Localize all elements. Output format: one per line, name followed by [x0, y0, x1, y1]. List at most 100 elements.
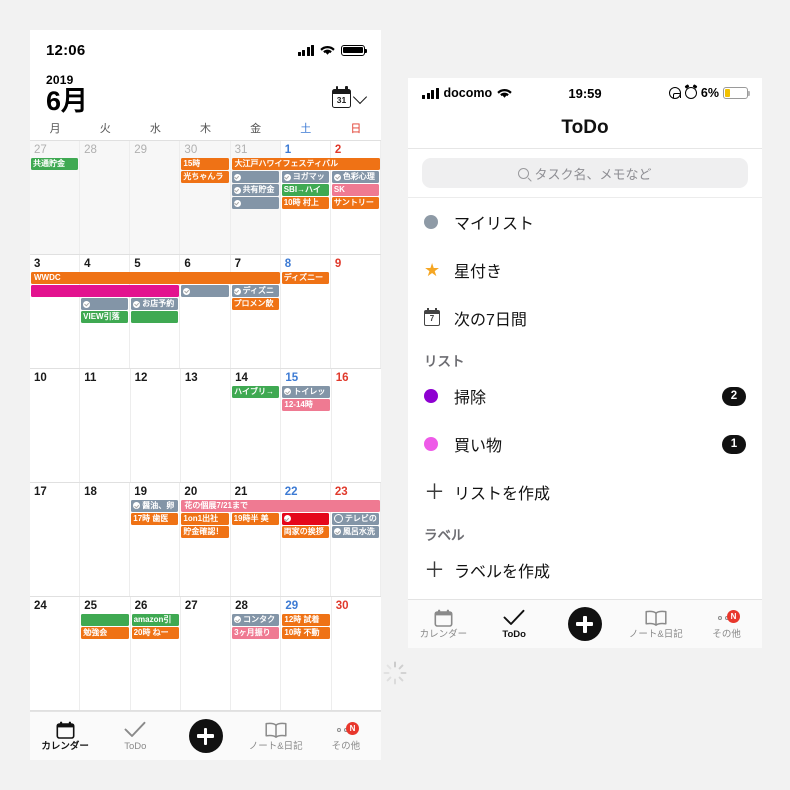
calendar-day-cell[interactable]: 12 [131, 369, 181, 483]
event-chip[interactable]: 勉強会 [81, 627, 129, 639]
page-title: ToDo [561, 117, 609, 138]
event-chip[interactable]: 10時 村上 [281, 197, 329, 209]
event-title: コンタク [243, 615, 276, 625]
calendar-day-cell[interactable]: 29 [130, 141, 181, 255]
tab-その他[interactable]: その他 N [691, 608, 762, 640]
event-chip[interactable]: 15時 [181, 158, 229, 170]
calendar-day-cell[interactable]: 27 [181, 597, 232, 711]
multi-day-event-bar[interactable]: WWDC [31, 272, 280, 284]
list-item[interactable]: 掃除 2 [408, 372, 762, 420]
event-chip[interactable]: コンタク [232, 614, 280, 626]
event-chip[interactable]: 20時 ねー [131, 627, 179, 639]
list-item[interactable]: ＋ ラベルを作成 [408, 546, 762, 594]
event-chip[interactable]: amazon引 [131, 614, 179, 626]
event-chip[interactable]: ヨガマッ [281, 171, 329, 183]
tab-ToDo[interactable]: ToDo [100, 720, 170, 752]
calendar-day-cell[interactable]: 24 [30, 597, 81, 711]
tab-カレンダー[interactable]: カレンダー [408, 608, 479, 640]
calendar-day-cell[interactable]: 28 コンタク 3ヶ月振り [231, 597, 282, 711]
event-chip[interactable]: ハイブリ→ [232, 386, 280, 398]
event-chip[interactable]: SBI→ハイ [281, 184, 329, 196]
day-number: 2 [334, 144, 342, 157]
event-chip[interactable] [181, 285, 229, 297]
add-button[interactable] [170, 719, 240, 753]
calendar-day-cell[interactable]: 13 [181, 369, 232, 483]
event-chip[interactable]: プロメン飲 [231, 298, 279, 310]
event-chip[interactable]: 色彩心理 [331, 171, 379, 183]
list-item[interactable]: 買い物 1 [408, 420, 762, 468]
multi-day-event-bar[interactable]: 大江戸ハワイフェスティバル [231, 158, 380, 170]
plus-icon[interactable] [567, 607, 602, 641]
event-chip[interactable] [281, 513, 329, 525]
event-chip[interactable] [81, 614, 129, 626]
calendar-day-cell[interactable]: 18 [80, 483, 131, 597]
event-chip[interactable]: 醤油、卵 [131, 500, 179, 512]
tab-カレンダー[interactable]: カレンダー [30, 720, 100, 752]
chevron-down-icon[interactable] [352, 89, 368, 104]
calendar-day-cell[interactable]: 25 勉強会 [80, 597, 131, 711]
event-chip[interactable]: 1on1出社 [181, 513, 229, 525]
tab-ToDo[interactable]: ToDo [479, 608, 550, 640]
event-chip[interactable] [131, 311, 179, 323]
event-chip[interactable]: ディズニー [281, 272, 329, 284]
calendar-day-cell[interactable]: 8 ディズニー [281, 255, 331, 369]
calendar-day-cell[interactable]: 29 12時 試着 10時 不動 [281, 597, 332, 711]
search-input[interactable]: タスク名、メモなど [422, 158, 748, 188]
event-chip[interactable]: VIEW引落 [81, 311, 129, 323]
calendar-day-cell[interactable]: 17 [30, 483, 81, 597]
calendar-day-cell[interactable]: 27 共通貯金 [30, 141, 81, 255]
event-chip[interactable]: 共有貯金 [231, 184, 279, 196]
calendar-day-cell[interactable]: 11 [80, 369, 131, 483]
calendar-day-cell[interactable]: 9 [331, 255, 381, 369]
event-chip[interactable]: お店予約 [131, 298, 179, 310]
plus-icon[interactable] [188, 719, 223, 753]
event-chip[interactable]: 12-14時 [282, 399, 330, 411]
calendar-picker-button[interactable]: 31 [332, 86, 368, 115]
day-number: 25 [84, 600, 98, 613]
event-chip[interactable]: 光ちゃんラ [181, 171, 229, 183]
event-chip[interactable]: 風呂水洗 [331, 526, 379, 538]
day-number: 30 [335, 600, 349, 613]
tab-ノート&日記[interactable]: ノート&日記 [241, 720, 311, 752]
calendar-day-cell[interactable]: 28 [80, 141, 131, 255]
calendar-day-cell[interactable]: 14 ハイブリ→ [231, 369, 282, 483]
calendar-day-cell[interactable]: 30 [332, 597, 381, 710]
tab-ノート&日記[interactable]: ノート&日記 [620, 608, 691, 640]
tab-label: カレンダー [419, 629, 468, 641]
event-chip[interactable]: トイレッ [282, 386, 330, 398]
event-chip[interactable]: サントリー [331, 197, 379, 209]
tab-その他[interactable]: その他 N [311, 720, 381, 752]
weekday-label-3: 木 [199, 123, 211, 136]
event-chip[interactable] [81, 298, 129, 310]
list-item[interactable]: ＋ リストを作成 [408, 468, 762, 516]
multi-day-event-bar[interactable]: 花の個展7/21まで [181, 500, 380, 512]
calendar-31-icon[interactable]: 31 [332, 86, 351, 109]
event-chip[interactable]: 貯金確認！ [181, 526, 229, 538]
add-button[interactable] [550, 607, 621, 641]
event-chip[interactable]: ディズニ [231, 285, 279, 297]
event-chip[interactable]: SK [331, 184, 379, 196]
calendar-day-cell[interactable]: 30 15時 光ちゃんラ [180, 141, 231, 255]
event-chip[interactable]: 19時半 美 [231, 513, 279, 525]
event-chip[interactable]: 3ヶ月振り [232, 627, 280, 639]
event-chip[interactable]: テレビの [331, 513, 379, 525]
list-item[interactable]: ★ 星付き [408, 246, 762, 294]
calendar-day-cell[interactable]: 19 醤油、卵 17時 歯医 [130, 483, 181, 597]
list-item[interactable]: マイリスト [408, 198, 762, 246]
event-chip[interactable] [231, 197, 279, 209]
multi-day-event-bar[interactable] [31, 285, 180, 297]
event-chip[interactable]: 両家の挨拶 [281, 526, 329, 538]
calendar-day-cell[interactable]: 16 [332, 369, 381, 482]
right-status-bar: docomo 19:59 6% [408, 78, 762, 108]
list-item[interactable]: 7 次の7日間 [408, 294, 762, 342]
event-chip[interactable]: 10時 不動 [282, 627, 330, 639]
event-chip[interactable] [231, 171, 279, 183]
calendar-day-cell[interactable]: 26 amazon引 20時 ねー [131, 597, 181, 711]
event-chip[interactable]: 17時 歯医 [131, 513, 179, 525]
calendar-icon-day: 31 [336, 95, 347, 106]
calendar-day-cell[interactable]: 10 [30, 369, 81, 483]
calendar-day-cell[interactable]: 15 トイレッ 12-14時 [281, 369, 332, 483]
plus-icon: ＋ [424, 558, 445, 582]
event-chip[interactable]: 12時 試着 [282, 614, 330, 626]
event-chip[interactable]: 共通貯金 [31, 158, 79, 170]
